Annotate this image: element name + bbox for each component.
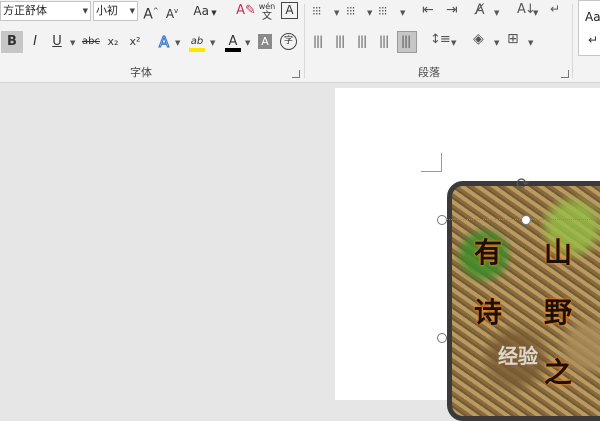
bold-button[interactable]: B [1,31,23,53]
clear-format-button[interactable]: A✎ [236,0,256,22]
font-name-combo[interactable]: 方正舒体 ▼ [0,1,91,21]
down-caret-icon: v [174,7,179,15]
superscript-button[interactable]: x² [126,31,144,53]
change-case-button[interactable]: Aa ▼ [191,0,219,22]
font-color-button[interactable]: A [224,31,242,53]
chevron-down-icon: ▼ [208,9,217,17]
chevron-down-icon[interactable]: ▼ [83,2,88,20]
grow-font-button[interactable]: A^ [142,0,160,23]
superscript-label: x² [129,35,141,48]
italic-label: I [33,34,37,49]
resize-handle[interactable] [437,215,447,225]
font-color-swatch [225,48,241,52]
font-group-label: 字体 [130,66,152,79]
character-border-button[interactable]: A [281,2,298,19]
paragraph-mark-icon: ↵ [588,33,599,47]
chevron-down-icon[interactable]: ▼ [451,39,456,47]
highlight-button[interactable]: ab [188,31,206,53]
character-shading-button[interactable]: A [258,34,272,49]
highlight-swatch [189,48,205,52]
font-size-combo[interactable]: 小初 ▼ [93,1,138,21]
text-effects-button[interactable]: A [156,31,172,53]
align-right-icon[interactable]: ||| [357,34,367,48]
poem-char: 野 [544,296,573,329]
poem-char: 有 [474,236,503,269]
chevron-down-icon[interactable]: ▼ [494,9,499,17]
rotate-handle-icon[interactable]: ⟳ [516,176,532,192]
justify-icon[interactable]: ||| [379,34,389,48]
font-name-value: 方正舒体 [3,4,47,17]
decrease-indent-icon[interactable]: ⇤ [422,2,434,18]
chevron-down-icon[interactable]: ▼ [533,9,538,17]
up-caret-icon: ^ [152,7,159,15]
subscript-button[interactable]: x₂ [104,31,122,53]
line-spacing-icon[interactable]: ↕≡ [430,32,451,47]
chevron-down-icon[interactable]: ▼ [400,9,405,17]
text-direction-icon[interactable]: A̸ [475,2,485,18]
strikethrough-button[interactable]: abc [80,31,102,53]
shrink-font-button[interactable]: Av [163,0,181,22]
font-dialog-launcher[interactable] [292,70,300,78]
style-sample: Aa [585,10,600,24]
character-shading-label: A [261,35,269,48]
strikethrough-label: abc [82,36,100,47]
highlight-label: ab [190,36,204,47]
font-size-value: 小初 [96,4,118,17]
align-left-icon[interactable]: ||| [313,34,323,48]
chevron-down-icon[interactable]: ▼ [210,39,215,47]
text-effects-label: A [158,33,170,52]
bullets-icon[interactable]: ⁝⁝⁝ [312,4,322,18]
resize-handle[interactable] [521,215,531,225]
character-border-label: A [285,3,294,17]
poem-char: 之 [544,356,573,389]
ribbon: 方正舒体 ▼ 小初 ▼ A^ Av Aa ▼ A✎ wén 文 A B I U … [0,0,600,83]
bold-label: B [7,34,17,49]
poem-char: 诗 [474,296,503,329]
underline-label: U [52,34,62,49]
chevron-down-icon[interactable]: ▼ [245,39,250,47]
watermark: 经验 [498,344,538,368]
font-color-label: A [228,34,238,49]
align-center-icon[interactable]: ||| [335,34,345,48]
chevron-down-icon[interactable]: ▼ [70,39,75,47]
group-divider [304,4,305,78]
borders-icon[interactable]: ⊞ [507,31,519,47]
subscript-label: x₂ [107,35,119,48]
increase-indent-icon[interactable]: ⇥ [446,2,458,18]
chevron-down-icon[interactable]: ▼ [494,39,499,47]
paragraph-group-label: 段落 [418,66,440,79]
show-marks-icon[interactable]: ↵ [550,2,560,16]
italic-button[interactable]: I [26,31,44,53]
margin-corner-mark [421,153,442,172]
phonetic-guide-button[interactable]: wén 文 [258,0,276,22]
chevron-down-icon[interactable]: ▼ [175,39,180,47]
resize-handle[interactable] [437,333,447,343]
shrink-font-label: A [165,7,175,21]
styles-gallery[interactable]: Aa ↵ [578,0,600,56]
numbering-icon[interactable]: ⁝⁝⁝ [346,4,356,18]
poem-char: 山 [544,236,573,269]
multilevel-list-icon[interactable]: ⁝⁝⁝ [378,4,388,18]
phonetic-bottom: 文 [262,11,272,22]
enclose-characters-button[interactable]: 字 [280,33,297,50]
chevron-down-icon[interactable]: ▼ [130,2,135,20]
eraser-icon: A✎ [236,3,256,18]
distributed-align-button[interactable]: ||| [397,31,417,53]
chevron-down-icon[interactable]: ▼ [528,39,533,47]
change-case-label: Aa [193,4,209,18]
grow-font-label: A [143,6,153,23]
enclose-characters-label: 字 [283,36,293,46]
chevron-down-icon[interactable]: ▼ [334,9,339,17]
paragraph-dialog-launcher[interactable] [561,70,569,78]
underline-button[interactable]: U [48,31,66,53]
shading-bucket-icon[interactable]: ◈ [473,31,484,47]
group-divider [572,4,573,78]
chevron-down-icon[interactable]: ▼ [367,9,372,17]
distributed-align-icon: ||| [401,34,411,48]
